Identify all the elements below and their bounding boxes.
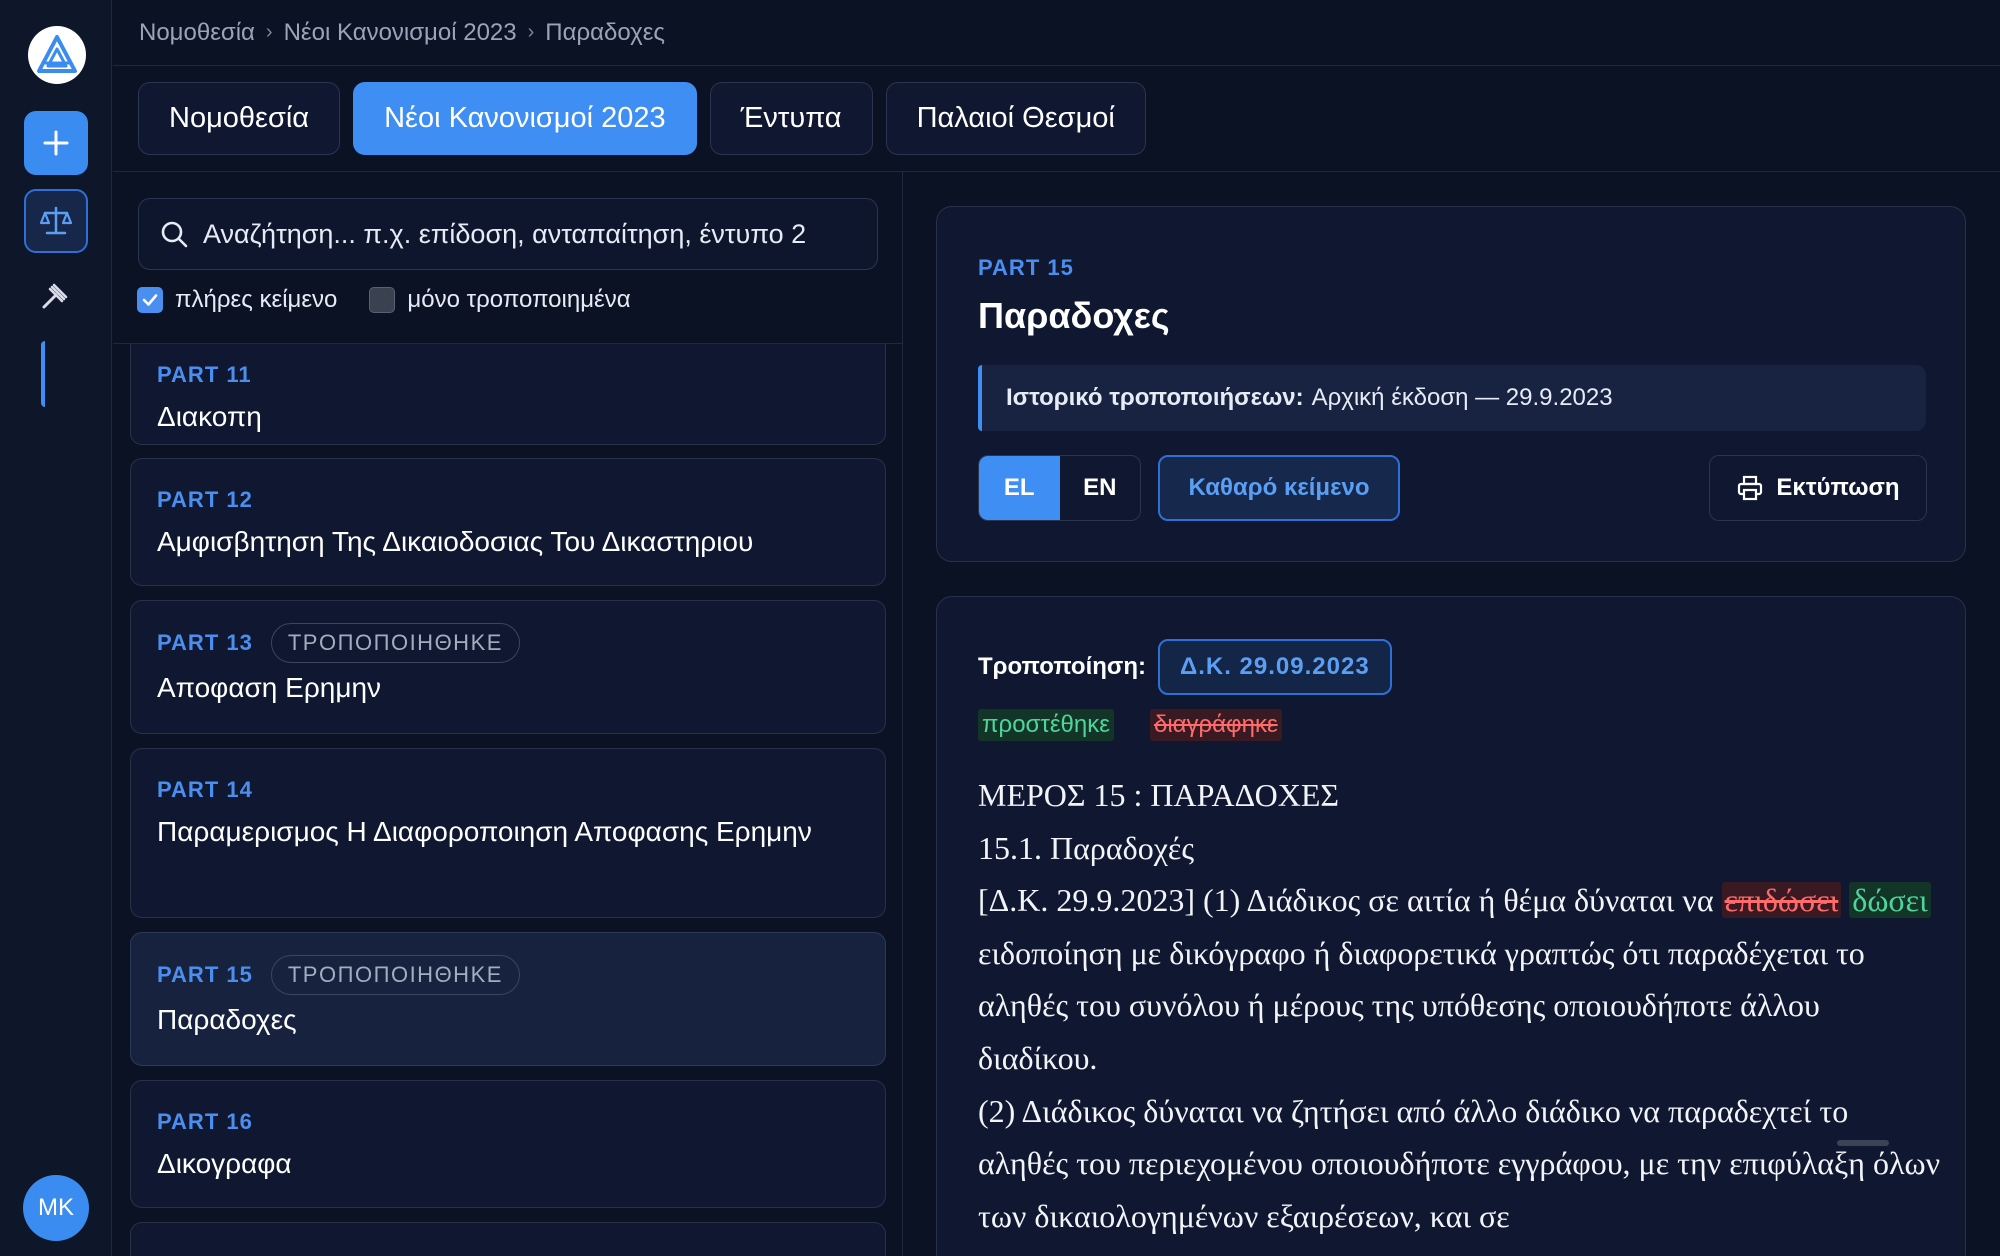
chevron-right-icon: › xyxy=(527,21,535,43)
checkbox-unchecked[interactable] xyxy=(369,287,396,313)
print-button[interactable]: Εκτύπωση xyxy=(1709,455,1927,521)
list-item-part-13[interactable]: PART 13 ΤΡΟΠΟΠΟΙΗΘΗΚΕ Αποφαση Ερημην xyxy=(130,600,886,734)
part-info-card: PART 15 Παραδοχες Ιστορικό τροποποιήσεων… xyxy=(936,206,1966,562)
part-title: Διακοπη xyxy=(157,401,262,432)
avatar[interactable]: MK xyxy=(23,1175,89,1241)
list-item-next[interactable] xyxy=(130,1222,886,1256)
amendment-tag[interactable]: Δ.Κ. 29.09.2023 xyxy=(1157,639,1392,695)
breadcrumb-item-regulations[interactable]: Νέοι Κανονισμοί 2023 xyxy=(284,19,517,47)
status-badge: ΤΡΟΠΟΠΟΙΗΘΗΚΕ xyxy=(270,623,520,663)
printer-icon xyxy=(1738,475,1763,501)
list-item-part-15[interactable]: PART 15 ΤΡΟΠΟΠΟΙΗΘΗΚΕ Παραδοχες xyxy=(130,932,886,1066)
tab-legislation[interactable]: Νομοθεσία xyxy=(138,82,341,155)
deleted-text: επιδώσει xyxy=(1721,882,1842,919)
part-header: PART 12 xyxy=(157,487,859,513)
scroll-indicator[interactable] xyxy=(1837,1140,1889,1146)
law-subheading: 15.1. Παραδοχές xyxy=(978,829,1194,866)
law-text-card: Τροποποίηση: Δ.Κ. 29.09.2023 προστέθηκε … xyxy=(936,596,1966,1256)
legislation-nav-button[interactable] xyxy=(24,189,88,253)
part-label: PART 15 xyxy=(978,255,1074,280)
history-label: Ιστορικό τροποποιήσεων: xyxy=(1006,384,1304,411)
part-title: Δικογραφα xyxy=(157,1148,292,1179)
part-label: PART 14 xyxy=(157,777,253,802)
parts-panel: πλήρες κείμενο μόνο τροποποιημένα PART 1… xyxy=(113,172,903,1256)
part-label: PART 16 xyxy=(157,1109,253,1134)
search-icon xyxy=(161,221,188,248)
chevron-right-icon: › xyxy=(265,21,273,43)
print-label: Εκτύπωση xyxy=(1776,474,1900,501)
part-title: Παραδοχες xyxy=(157,1004,297,1035)
diff-legend: προστέθηκε διαγράφηκε xyxy=(978,709,1282,741)
logo-icon[interactable] xyxy=(28,26,86,84)
amended-only-label: μόνο τροποποιημένα xyxy=(407,286,631,313)
part-label: PART 11 xyxy=(157,362,252,387)
left-rail: MK xyxy=(0,0,542,1256)
part-header: PART 14 xyxy=(157,777,859,803)
list-item-part-16[interactable]: PART 16 Δικογραφα xyxy=(130,1080,886,1208)
legend-deleted: διαγράφηκε xyxy=(1149,709,1282,741)
part-label: PART 15 xyxy=(157,962,253,987)
paragraph-text: ειδοποίηση με δικόγραφο ή διαφορετικά γρ… xyxy=(978,934,1865,1076)
amendment-row: Τροποποίηση: Δ.Κ. 29.09.2023 xyxy=(978,639,1392,695)
list-item-part-12[interactable]: PART 12 Αμφισβητηση Της Δικαιοδοσιας Του … xyxy=(130,458,886,586)
search-input[interactable] xyxy=(203,218,853,250)
full-text-label: πλήρες κείμενο xyxy=(175,286,338,313)
part-title: Αμφισβητηση Της Δικαιοδοσιας Του Δικαστη… xyxy=(157,526,754,557)
part-header: PART 16 xyxy=(157,1109,859,1135)
part-header: PART 11 xyxy=(157,362,859,388)
law-heading: ΜΕΡΟΣ 15 : ΠΑΡΑΔΟΧΕΣ xyxy=(978,777,1340,813)
added-text: δώσει xyxy=(1849,882,1931,919)
search-box xyxy=(138,198,878,270)
amendment-history: Ιστορικό τροποποιήσεων: Αρχική έκδοση — … xyxy=(978,365,1926,431)
history-value: Αρχική έκδοση — 29.9.2023 xyxy=(1311,384,1613,411)
law-paragraph-2: (2) Διάδικος δύναται να ζητήσει από άλλο… xyxy=(978,1092,1941,1234)
tab-forms[interactable]: Έντυπα xyxy=(709,82,873,155)
part-label: PART 13 xyxy=(157,630,253,655)
amendment-label: Τροποποίηση: xyxy=(978,653,1146,680)
cases-nav-button[interactable] xyxy=(24,265,88,329)
checkbox-checked[interactable] xyxy=(137,287,163,313)
part-title: Αποφαση Ερημην xyxy=(157,672,382,703)
law-paragraph-1: [Δ.Κ. 29.9.2023] (1) Διάδικος σε αιτία ή… xyxy=(978,874,1943,1084)
full-text-checkbox[interactable]: πλήρες κείμενο xyxy=(137,286,337,314)
clean-text-button[interactable]: Καθαρό κείμενο xyxy=(1158,455,1400,521)
parts-list: PART 11 Διακοπη PART 12 Αμφισβητηση Της Δικ… xyxy=(130,344,886,1256)
status-badge: ΤΡΟΠΟΠΟΙΗΘΗΚΕ xyxy=(270,955,520,995)
plus-icon xyxy=(43,130,69,156)
part-title: Παραμερισμος Η Διαφοροποιηση Αποφασης Ερ… xyxy=(157,816,812,847)
gavel-icon xyxy=(42,283,68,309)
paragraph-text: [Δ.Κ. 29.9.2023] (1) Διάδικος σε αιτία ή… xyxy=(978,882,1714,919)
filters: πλήρες κείμενο μόνο τροποποιημένα xyxy=(137,286,631,314)
scales-icon xyxy=(39,206,73,235)
legend-added: προστέθηκε xyxy=(978,709,1114,741)
law-text: ΜΕΡΟΣ 15 : ΠΑΡΑΔΟΧΕΣ 15.1. Παραδοχές [Δ.… xyxy=(978,769,1943,1242)
part-header: PART 13 ΤΡΟΠΟΠΟΙΗΘΗΚΕ xyxy=(157,623,859,663)
tab-new-regulations-2023[interactable]: Νέοι Κανονισμοί 2023 xyxy=(353,82,697,155)
breadcrumb-item-current: Παραδοχες xyxy=(545,18,665,46)
check-icon xyxy=(142,294,158,306)
part-header: PART 15 ΤΡΟΠΟΠΟΙΗΘΗΚΕ xyxy=(157,955,859,995)
tab-bar: Νομοθεσία Νέοι Κανονισμοί 2023 Έντυπα Πα… xyxy=(138,82,1146,155)
new-button[interactable] xyxy=(24,111,88,175)
amended-only-checkbox[interactable]: μόνο τροποποιημένα xyxy=(369,286,631,314)
tab-old-institutions[interactable]: Παλαιοί Θεσμοί xyxy=(885,82,1146,155)
list-item-part-14[interactable]: PART 14 Παραμερισμος Η Διαφοροποιηση Αποφ… xyxy=(130,748,886,918)
breadcrumb: Νομοθεσία › Νέοι Κανονισμοί 2023 › Παραδ… xyxy=(113,0,2000,66)
list-item-part-11[interactable]: PART 11 Διακοπη xyxy=(130,344,886,445)
lang-en-button[interactable]: EN xyxy=(1060,456,1141,520)
language-toggle: EL EN xyxy=(978,455,1141,521)
lang-el-button[interactable]: EL xyxy=(979,456,1060,520)
breadcrumb-item-legislation[interactable]: Νομοθεσία xyxy=(139,19,255,47)
part-label: PART 12 xyxy=(157,487,253,512)
page-title: Παραδοχες xyxy=(978,295,1170,336)
